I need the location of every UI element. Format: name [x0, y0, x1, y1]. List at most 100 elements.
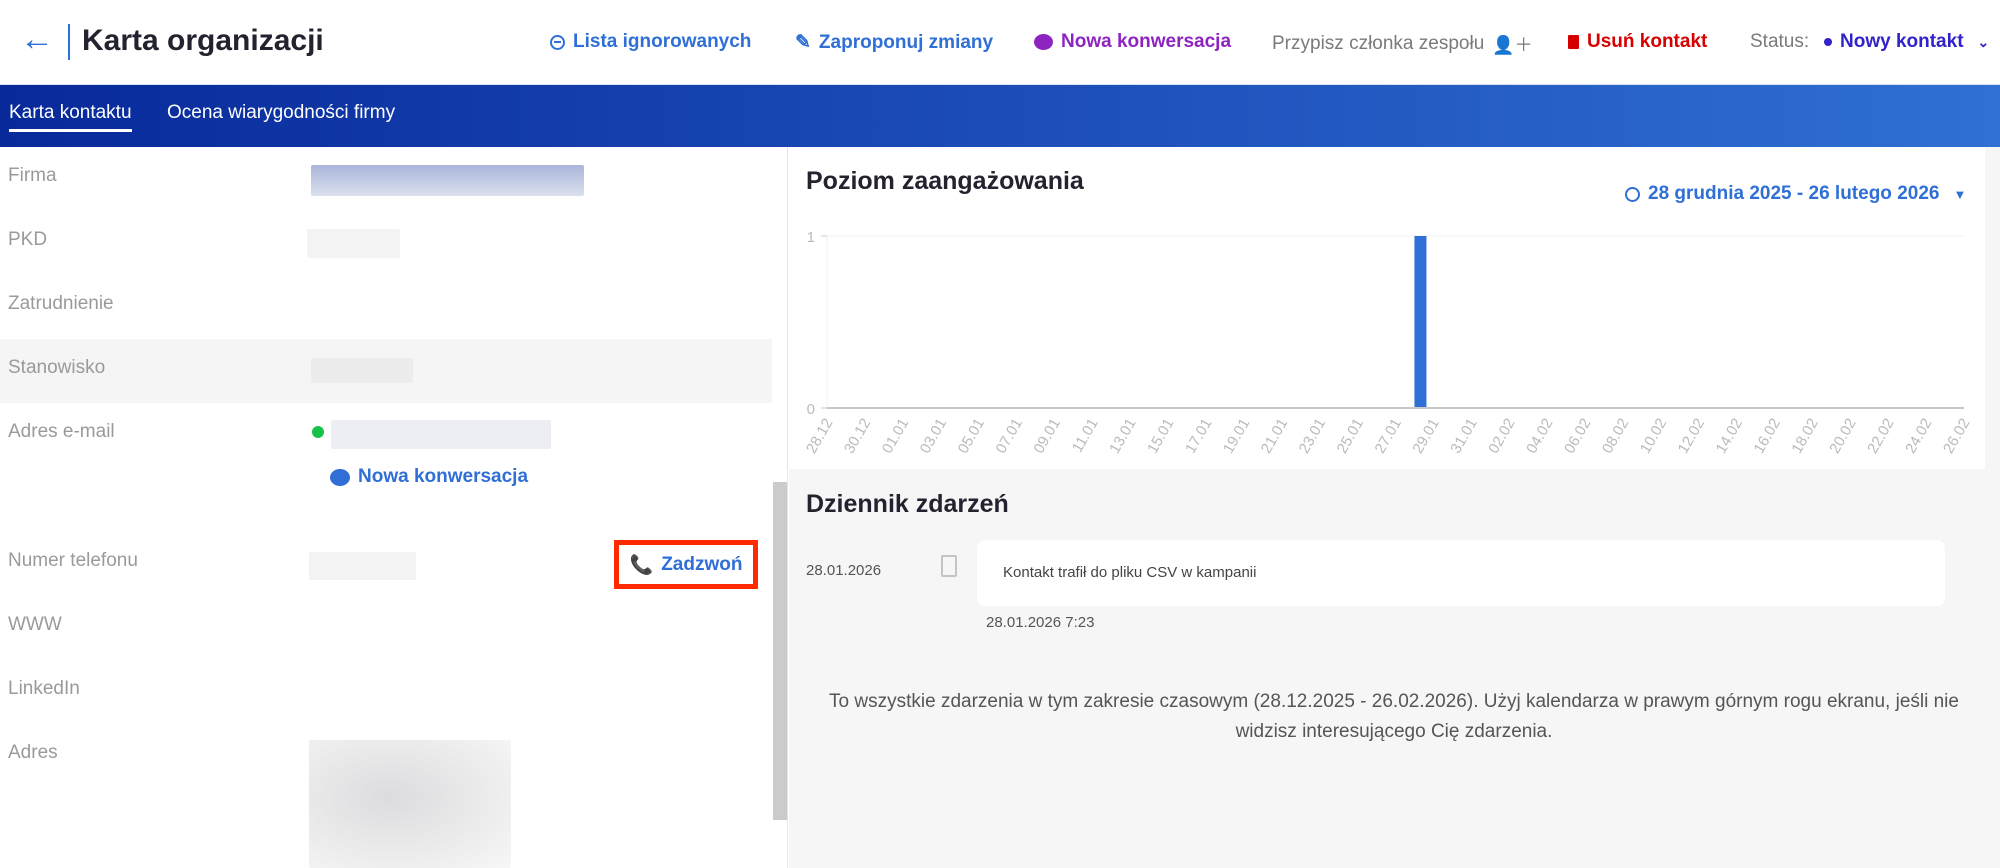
x-tick-label: 17.01	[1182, 416, 1215, 457]
x-tick-label: 15.01	[1144, 416, 1177, 457]
field-label: PKD	[8, 229, 48, 250]
field-label: WWW	[8, 614, 62, 635]
x-tick-label: 04.02	[1523, 416, 1556, 457]
redacted-value	[311, 165, 584, 196]
scrollbar[interactable]	[773, 482, 787, 820]
field-label: Adres	[8, 742, 58, 763]
field-row-address: Adres	[0, 724, 772, 868]
engagement-section: Poziom zaangażowania 28 grudnia 2025 - 2…	[789, 147, 1985, 469]
field-row-www: WWW	[0, 596, 772, 660]
x-tick-label: 20.02	[1826, 416, 1859, 457]
back-arrow-icon[interactable]: ←	[20, 22, 54, 56]
phone-icon: 📞	[629, 554, 654, 576]
x-tick-label: 19.01	[1220, 416, 1253, 457]
field-row-email: Adres e-mail Nowa konwersacja	[0, 403, 772, 523]
chevron-down-icon: ⌄	[1977, 33, 1990, 50]
redacted-value	[309, 552, 416, 580]
tab-contact-card[interactable]: Karta kontaktu	[9, 102, 132, 132]
x-tick-label: 07.01	[992, 416, 1025, 457]
y-tick-label: 0	[807, 401, 815, 418]
call-button-label: Zadzwoń	[661, 553, 743, 575]
x-tick-label: 10.02	[1637, 416, 1670, 457]
x-tick-label: 31.01	[1447, 416, 1480, 457]
x-tick-label: 24.02	[1902, 416, 1935, 457]
field-row-employment: Zatrudnienie	[0, 275, 772, 339]
delete-contact-button[interactable]: Usuń kontakt	[1568, 31, 1707, 53]
x-tick-label: 29.01	[1409, 416, 1442, 457]
add-user-icon: 👤＋	[1492, 35, 1533, 55]
chat-bubble-icon	[1034, 34, 1053, 50]
propose-changes-label: Zaproponuj zmiany	[818, 31, 994, 53]
x-tick-label: 12.02	[1675, 416, 1708, 457]
x-tick-label: 03.01	[917, 416, 950, 457]
contact-details-panel: Firma PKD Zatrudnienie Stanowisko Adres …	[0, 147, 788, 868]
x-tick-label: 02.02	[1485, 416, 1518, 457]
field-row-linkedin: LinkedIn	[0, 660, 772, 724]
x-tick-label: 30.12	[841, 416, 874, 457]
x-tick-label: 11.01	[1069, 416, 1102, 456]
call-button[interactable]: 📞 Zadzwoń	[614, 540, 758, 589]
x-tick-label: 28.12	[803, 416, 836, 457]
tab-company-credibility[interactable]: Ocena wiarygodności firmy	[167, 102, 395, 124]
pencil-icon: ✎	[795, 32, 811, 53]
chat-bubble-icon	[330, 468, 350, 486]
x-tick-label: 18.02	[1788, 416, 1821, 457]
assign-team-member-label: Przypisz członka zespołu	[1272, 33, 1485, 54]
bar-28.01	[1414, 236, 1427, 408]
new-conversation-button[interactable]: Nowa konwersacja	[1034, 31, 1231, 53]
x-tick-label: 23.01	[1296, 416, 1329, 457]
x-tick-label: 25.01	[1334, 416, 1367, 457]
field-label: LinkedIn	[8, 678, 80, 699]
x-tick-label: 21.01	[1258, 416, 1291, 457]
redacted-value[interactable]	[331, 420, 551, 449]
event-card[interactable]: Kontakt trafił do pliku CSV w kampanii	[977, 540, 1945, 606]
event-log-title: Dziennik zdarzeń	[806, 490, 1009, 518]
x-tick-label: 09.01	[1030, 416, 1063, 457]
activity-panel: Poziom zaangażowania 28 grudnia 2025 - 2…	[789, 147, 2000, 868]
redacted-value	[311, 358, 413, 383]
x-tick-label: 05.01	[955, 416, 988, 457]
new-conversation-link[interactable]: Nowa konwersacja	[330, 466, 528, 488]
redacted-value	[309, 740, 511, 868]
field-row-company: Firma	[0, 147, 772, 211]
delete-contact-label: Usuń kontakt	[1587, 31, 1708, 52]
field-label: Zatrudnienie	[8, 293, 114, 314]
status-dot-icon	[1824, 38, 1832, 46]
field-row-pkd: PKD	[0, 211, 772, 275]
field-row-position: Stanowisko	[0, 339, 772, 403]
field-label: Numer telefonu	[8, 550, 138, 571]
event-log-footer: To wszystkie zdarzenia w tym zakresie cz…	[829, 691, 1959, 742]
tab-bar: Karta kontaktu Ocena wiarygodności firmy	[0, 85, 2000, 147]
event-timestamp: 28.01.2026 7:23	[986, 614, 1095, 631]
csv-file-icon	[941, 555, 957, 577]
x-tick-label: 06.02	[1561, 416, 1594, 457]
event-text: Kontakt trafił do pliku CSV w kampanii	[1003, 564, 1257, 581]
top-header: ← Karta organizacji Lista ignorowanych ✎…	[0, 0, 2000, 85]
x-tick-label: 26.02	[1940, 416, 1973, 457]
x-tick-label: 08.02	[1599, 416, 1632, 457]
status-dropdown[interactable]: Nowy kontakt ⌄	[1824, 31, 1989, 53]
event-date: 28.01.2026	[806, 562, 882, 579]
new-conversation-label: Nowa konwersacja	[1061, 31, 1232, 52]
assign-team-member-button[interactable]: Przypisz członka zespołu 👤＋	[1272, 31, 1533, 57]
engagement-chart: 0 1 28.12 30.12 01.01 03.01 05.01 07.01 09.01 11.…	[803, 229, 1973, 457]
status-value: Nowy kontakt	[1840, 31, 1964, 52]
status-label: Status:	[1750, 31, 1810, 52]
page-title: Karta organizacji	[82, 24, 324, 57]
x-tick-label: 01.01	[879, 416, 912, 457]
minus-circle-icon	[550, 34, 565, 50]
redacted-value	[307, 229, 400, 258]
email-valid-dot-icon	[312, 426, 324, 438]
field-row-phone: Numer telefonu 📞 Zadzwoń	[0, 532, 772, 596]
field-label: Adres e-mail	[8, 421, 115, 442]
field-label: Stanowisko	[8, 357, 106, 378]
propose-changes-button[interactable]: ✎ Zaproponuj zmiany	[795, 31, 993, 54]
x-tick-label: 27.01	[1371, 416, 1404, 457]
x-tick-label: 16.02	[1750, 416, 1783, 457]
trash-icon	[1568, 35, 1579, 49]
divider	[68, 24, 70, 60]
x-tick-label: 22.02	[1864, 416, 1897, 457]
x-tick-label: 14.02	[1713, 416, 1746, 457]
ignored-list-button[interactable]: Lista ignorowanych	[550, 31, 751, 53]
new-conversation-link-label: Nowa konwersacja	[358, 466, 529, 487]
